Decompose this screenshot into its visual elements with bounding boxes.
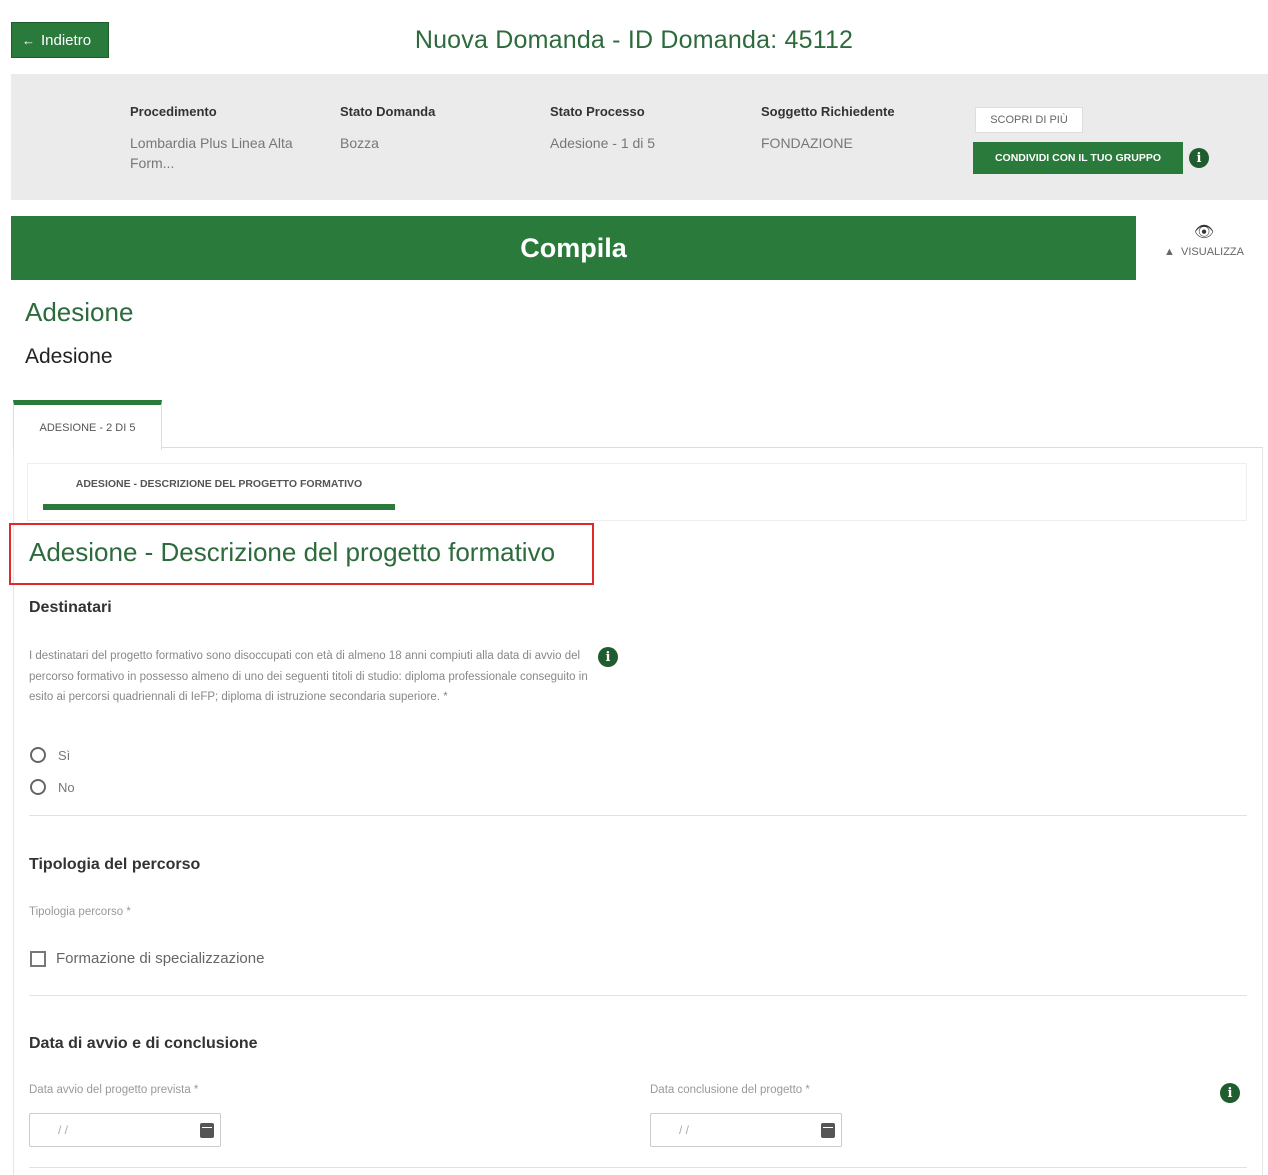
condividi-button[interactable]: CONDIVIDI CON IL TUO GRUPPO: [973, 142, 1183, 174]
section-subtitle: Adesione: [25, 345, 113, 368]
radio-si-label: Sì: [58, 747, 71, 763]
stato-domanda-value: Bozza: [340, 135, 379, 151]
form-title: Adesione - Descrizione del progetto form…: [29, 537, 556, 567]
checkbox-formazione-box[interactable]: [30, 950, 46, 967]
compila-label: Compila: [520, 232, 627, 263]
radio-si-circle[interactable]: [30, 747, 46, 763]
tab-adesione[interactable]: ADESIONE - 2 DI 5: [13, 400, 162, 450]
eye-icon: 👁: [1193, 224, 1215, 241]
stato-domanda-label: Stato Domanda: [340, 104, 436, 119]
compila-bar: Compila: [11, 216, 1136, 280]
soggetto-label: Soggetto Richiedente: [761, 104, 895, 119]
tipologia-title: Tipologia del percorso: [29, 856, 201, 873]
start-date-placeholder: / /: [58, 1123, 69, 1137]
tipologia-field-label: Tipologia percorso *: [29, 906, 131, 918]
chevron-up-icon: ▲: [1164, 246, 1175, 258]
divider: [29, 995, 1247, 996]
end-date-placeholder: / /: [679, 1123, 690, 1137]
stato-processo-label: Stato Processo: [550, 104, 645, 119]
info-stato-processo: Stato Processo Adesione - 1 di 5: [550, 104, 750, 153]
start-date-input[interactable]: / /: [29, 1113, 221, 1147]
radio-no-circle[interactable]: [30, 779, 46, 795]
procedimento-label: Procedimento: [130, 104, 217, 119]
destinatari-title: Destinatari: [29, 599, 112, 616]
date-title: Data di avvio e di conclusione: [29, 1035, 258, 1052]
checkbox-formazione-label: Formazione di specializzazione: [56, 950, 265, 967]
divider: [29, 815, 1247, 816]
info-bar: Procedimento Lombardia Plus Linea Alta F…: [11, 74, 1268, 200]
visualizza-text: VISUALIZZA: [1181, 246, 1244, 258]
section-title: Adesione: [25, 297, 134, 327]
page-title: Nuova Domanda - ID Domanda: 45112: [414, 26, 854, 54]
info-procedimento: Procedimento Lombardia Plus Linea Alta F…: [130, 104, 330, 173]
calendar-icon[interactable]: [200, 1123, 214, 1138]
info-soggetto: Soggetto Richiedente FONDAZIONE: [761, 104, 961, 153]
visualizza-label: ▲ VISUALIZZA: [1140, 246, 1268, 258]
end-date-label: Data conclusione del progetto *: [650, 1084, 810, 1096]
procedimento-value: Lombardia Plus Linea Alta Form...: [130, 135, 293, 171]
scopri-button[interactable]: SCOPRI DI PIÙ: [975, 107, 1083, 133]
start-date-label: Data avvio del progetto prevista *: [29, 1084, 199, 1096]
subtab-bar: ADESIONE - DESCRIZIONE DEL PROGETTO FORM…: [27, 463, 1247, 521]
radio-si[interactable]: Sì: [30, 747, 70, 763]
subtab-descrizione[interactable]: ADESIONE - DESCRIZIONE DEL PROGETTO FORM…: [43, 464, 395, 510]
visualizza-button[interactable]: 👁 ▲ VISUALIZZA: [1140, 216, 1268, 280]
destinatari-info-icon[interactable]: i: [598, 647, 618, 667]
info-stato-domanda: Stato Domanda Bozza: [340, 104, 540, 153]
checkbox-formazione[interactable]: Formazione di specializzazione: [30, 950, 264, 967]
calendar-icon[interactable]: [821, 1123, 835, 1138]
radio-no-label: No: [58, 779, 75, 795]
stato-processo-value: Adesione - 1 di 5: [550, 135, 656, 151]
info-icon[interactable]: i: [1189, 148, 1209, 168]
soggetto-value: FONDAZIONE: [761, 135, 853, 151]
radio-no[interactable]: No: [30, 779, 75, 795]
date-info-icon[interactable]: i: [1220, 1083, 1240, 1103]
divider: [29, 1167, 1247, 1168]
end-date-input[interactable]: / /: [650, 1113, 842, 1147]
destinatari-description: I destinatari del progetto formativo son…: [29, 650, 588, 703]
